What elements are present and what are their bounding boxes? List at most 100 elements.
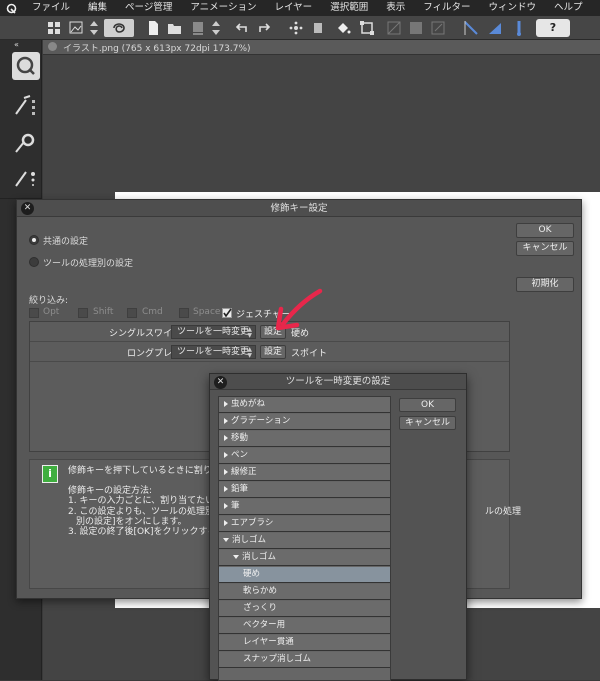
transform-dots-icon[interactable] (288, 19, 304, 37)
tree-item-pencil[interactable]: 鉛筆 (219, 482, 390, 498)
temporary-tool-change-dialog: ツールを一時変更の設定 ✕ OK キャンセル 虫めがね グラデーション 移動 ペ… (209, 373, 467, 681)
cancel-button[interactable]: キャンセル (516, 241, 574, 256)
menu-edit[interactable]: 編集 (78, 0, 115, 16)
collapse-triangle-icon[interactable] (233, 554, 239, 559)
ruler-snap-icon[interactable] (462, 19, 480, 37)
bucket-fill-icon[interactable] (310, 19, 326, 37)
command-bar: ? (0, 16, 600, 40)
tree-item-label: ベクター用 (243, 620, 286, 630)
menu-help[interactable]: ヘルプ (544, 0, 591, 16)
close-icon[interactable]: ✕ (214, 376, 227, 389)
expand-triangle-icon[interactable] (224, 434, 228, 441)
app-logo-icon[interactable] (0, 0, 22, 16)
expand-triangle-icon[interactable] (224, 485, 228, 492)
grid-snap-icon[interactable] (510, 19, 528, 37)
expand-triangle-icon[interactable] (224, 417, 228, 424)
filter-opt-checkbox[interactable] (29, 308, 39, 318)
filter-cmd-checkbox[interactable] (127, 308, 137, 318)
grid-icon[interactable] (46, 19, 62, 37)
tree-item-snap-eraser[interactable]: スナップ消しゴム (219, 652, 390, 668)
menu-window[interactable]: ウィンドウ (479, 0, 545, 16)
collapse-triangle-icon[interactable] (223, 537, 229, 542)
radio-common-label: 共通の設定 (43, 237, 89, 247)
disabled-tool-3-icon[interactable] (430, 19, 446, 37)
redo-icon[interactable] (256, 19, 274, 37)
tree-item-correct-line[interactable]: 線修正 (219, 465, 390, 481)
settings-button[interactable]: 設定 (260, 345, 286, 359)
tree-item-hard-selected[interactable]: 硬め (219, 567, 390, 583)
menu-filter[interactable]: フィルター (413, 0, 478, 16)
spin-arrows-icon[interactable] (88, 19, 100, 37)
menu-file[interactable]: ファイル (22, 0, 78, 16)
new-file-icon[interactable] (146, 19, 160, 37)
image-icon[interactable] (68, 19, 84, 37)
tree-item-eraser-group[interactable]: 消しゴム (219, 533, 390, 549)
menu-animation[interactable]: アニメーション (180, 0, 264, 16)
tab-close-icon[interactable] (48, 42, 57, 51)
action-select[interactable]: ツールを一時変更 ▲ ▼ (171, 345, 256, 359)
tool-property-gear-icon[interactable] (12, 128, 40, 156)
swirl-icon[interactable] (104, 19, 134, 37)
tree-item-label: レイヤー貫通 (243, 637, 294, 647)
tree-item-label: 軟らかめ (243, 586, 278, 596)
tree-item-airbrush[interactable]: エアブラシ (219, 516, 390, 532)
tree-item-label: 虫めがね (231, 399, 266, 409)
tool-tree-list[interactable]: 虫めがね グラデーション 移動 ペン 線修正 鉛筆 筆 エアブラシ 消しゴム 消… (218, 396, 391, 681)
expand-triangle-icon[interactable] (224, 451, 228, 458)
disabled-tool-1-icon[interactable] (386, 19, 402, 37)
tree-item-label: グラデーション (231, 416, 291, 426)
menu-page[interactable]: ページ管理 (115, 0, 180, 16)
tree-item-move[interactable]: 移動 (219, 431, 390, 447)
assigned-tool-value: スポイト (291, 349, 328, 359)
undo-icon[interactable] (232, 19, 250, 37)
ok-button[interactable]: OK (516, 223, 574, 238)
tree-item-brush[interactable]: 筆 (219, 499, 390, 515)
collapse-chevron-icon[interactable]: « (0, 40, 42, 50)
spin-arrows-2-icon[interactable] (210, 19, 222, 37)
info-icon: i (42, 465, 58, 483)
special-ruler-snap-icon[interactable] (486, 19, 504, 37)
help-text-line: 修飾キーを押下しているときに割り当て (68, 466, 230, 476)
tree-item-eraser-subgroup[interactable]: 消しゴム (219, 550, 390, 566)
tree-item-zoom[interactable]: 虫めがね (219, 397, 390, 413)
action-select-value: ツールを一時変更 (177, 327, 250, 337)
menu-selection[interactable]: 選択範囲 (320, 0, 376, 16)
sub-tool-pen-icon[interactable] (12, 92, 40, 120)
expand-triangle-icon[interactable] (224, 468, 228, 475)
radio-per-tool-settings[interactable] (29, 257, 39, 267)
tree-item-vector[interactable]: ベクター用 (219, 618, 390, 634)
tree-item-label: 移動 (231, 433, 249, 443)
tree-item-rough[interactable]: ざっくり (219, 601, 390, 617)
filter-label: 絞り込み: (29, 296, 69, 306)
document-tab[interactable]: イラスト.png (765 x 613px 72dpi 173.7%) (43, 40, 600, 55)
updown-arrow-icon: ▲ ▼ (247, 326, 252, 339)
action-select[interactable]: ツールを一時変更 ▲ ▼ (171, 325, 256, 339)
brush-size-icon[interactable] (12, 164, 40, 192)
filter-gesture-checkbox[interactable] (222, 308, 232, 318)
filter-space-checkbox[interactable] (179, 308, 189, 318)
close-icon[interactable]: ✕ (21, 202, 34, 215)
menu-layer[interactable]: レイヤー (264, 0, 320, 16)
help-button[interactable]: ? (536, 19, 570, 37)
open-folder-icon[interactable] (166, 19, 184, 37)
menu-view[interactable]: 表示 (376, 0, 413, 16)
crop-transform-icon[interactable] (358, 19, 376, 37)
paint-bucket-icon[interactable] (334, 19, 352, 37)
zoom-tool-icon[interactable] (12, 52, 40, 80)
expand-triangle-icon[interactable] (224, 519, 228, 526)
document-tab-title: イラスト.png (765 x 613px 72dpi 173.7%) (63, 44, 251, 54)
ok-button[interactable]: OK (399, 398, 456, 412)
filter-shift-checkbox[interactable] (78, 308, 88, 318)
reset-button[interactable]: 初期化 (516, 277, 574, 292)
radio-common-settings[interactable] (29, 235, 39, 245)
tree-item-pen[interactable]: ペン (219, 448, 390, 464)
save-icon[interactable] (192, 19, 204, 37)
expand-triangle-icon[interactable] (224, 502, 228, 509)
tree-item-soft[interactable]: 軟らかめ (219, 584, 390, 600)
expand-triangle-icon[interactable] (224, 400, 228, 407)
tree-item-all-layers[interactable]: レイヤー貫通 (219, 635, 390, 651)
cancel-button[interactable]: キャンセル (399, 416, 456, 430)
tree-item-gradient[interactable]: グラデーション (219, 414, 390, 430)
disabled-tool-2-icon[interactable] (408, 19, 424, 37)
updown-arrow-icon: ▲ ▼ (247, 346, 252, 359)
